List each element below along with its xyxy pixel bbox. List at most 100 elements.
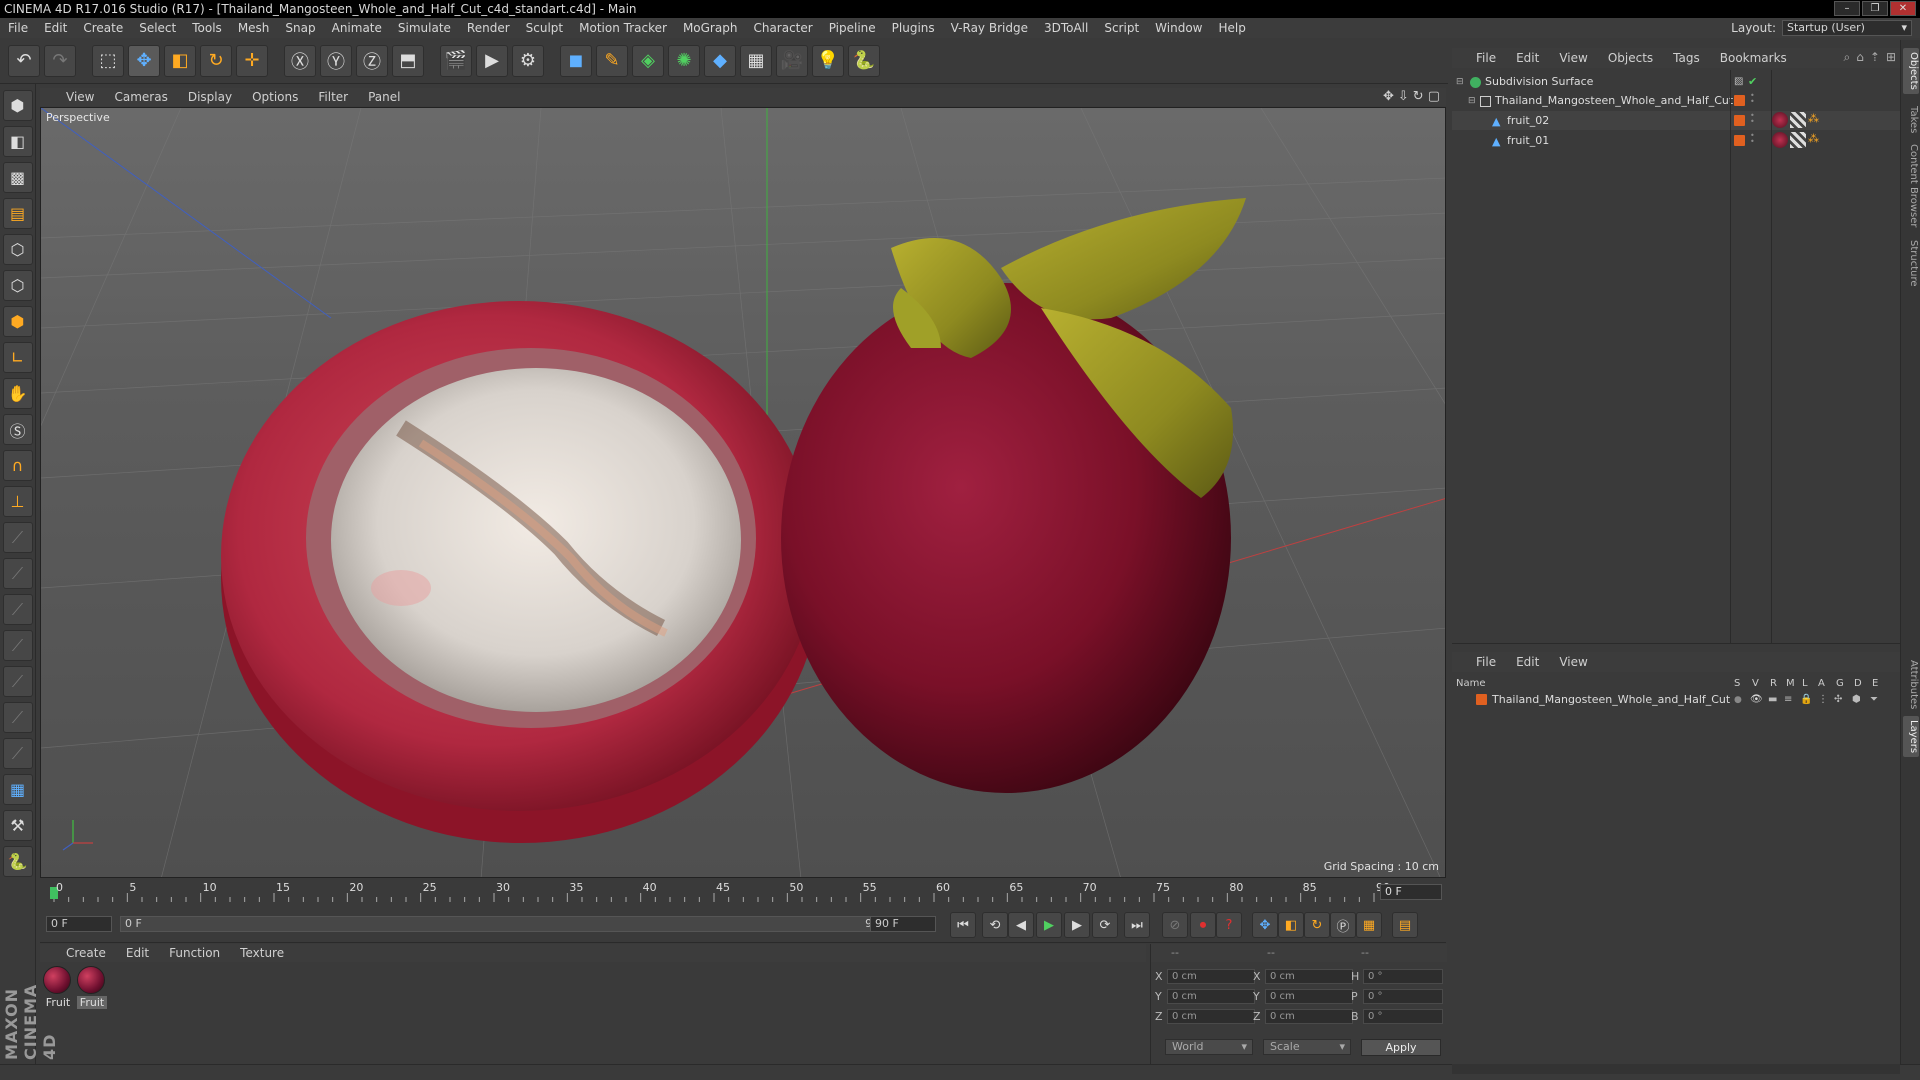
phong-tag-icon[interactable]: ⁂	[1808, 132, 1819, 145]
viewport-menu-filter[interactable]: Filter	[318, 90, 348, 104]
object-menu-objects[interactable]: Objects	[1608, 51, 1653, 65]
render-settings-icon[interactable]: ⚙	[512, 44, 544, 77]
visibility-dots-icon[interactable]: • •	[1750, 92, 1755, 106]
layer-color-icon[interactable]	[1734, 95, 1745, 106]
sculpt-brush-1-icon[interactable]: ⟋	[2, 522, 33, 553]
phong-tag-icon[interactable]: ⁂	[1808, 112, 1819, 125]
tab-content-browser[interactable]: Content Browser	[1903, 140, 1919, 231]
arrow-up-icon[interactable]: ⇡	[1870, 50, 1880, 65]
view-toggle-icon[interactable]: 👁	[1750, 694, 1763, 705]
render-picture-viewer-icon[interactable]: ▶	[476, 44, 508, 77]
sculpt-brush-7-icon[interactable]: ⟋	[2, 738, 33, 769]
camera-icon[interactable]: 🎥	[776, 44, 808, 77]
model-mode-icon[interactable]: ◧	[2, 126, 33, 157]
position-key-icon[interactable]: ✥	[1252, 912, 1278, 938]
texture-tag-icon[interactable]	[1790, 132, 1806, 148]
material-menu-edit[interactable]: Edit	[126, 946, 149, 960]
object-menu-file[interactable]: File	[1476, 51, 1496, 65]
collapse-icon[interactable]: ⊟	[1468, 96, 1476, 106]
perspective-viewport[interactable]: Perspective Grid Spacing : 10 cm	[40, 107, 1446, 878]
column-solo[interactable]: S	[1734, 678, 1740, 689]
menu-mograph[interactable]: MoGraph	[683, 21, 738, 35]
home-icon[interactable]: ⌂	[1856, 50, 1864, 65]
sculpt-brush-4-icon[interactable]: ⟋	[2, 630, 33, 661]
sculpt-brush-5-icon[interactable]: ⟋	[2, 666, 33, 697]
viewport-menu-view[interactable]: View	[66, 90, 94, 104]
material-swatch[interactable]: Fruit	[77, 966, 107, 1009]
object-menu-view[interactable]: View	[1559, 51, 1587, 65]
column-manager[interactable]: M	[1786, 678, 1795, 689]
column-view[interactable]: V	[1752, 678, 1759, 689]
object-row[interactable]: ⊟ Thailand_Mangosteen_Whole_and_Half_Cut…	[1452, 91, 1900, 110]
layer-menu-view[interactable]: View	[1559, 655, 1587, 669]
z-axis-icon[interactable]: Ⓩ	[356, 44, 388, 77]
object-row[interactable]: ▲ fruit_02 • • ⁂	[1452, 111, 1900, 130]
frame-range-slider[interactable]: 0 F 90 F	[120, 916, 906, 932]
tab-structure[interactable]: Structure	[1903, 236, 1919, 291]
column-name[interactable]: Name	[1456, 678, 1486, 689]
play-icon[interactable]: ▶	[1036, 912, 1062, 938]
texture-tag-icon[interactable]	[1790, 112, 1806, 128]
menu-render[interactable]: Render	[467, 21, 510, 35]
undo-icon[interactable]: ↶	[8, 44, 40, 77]
python-icon[interactable]: 🐍	[848, 44, 880, 77]
position-x-field[interactable]: 0 cm	[1167, 969, 1255, 984]
layer-color-icon[interactable]	[1734, 135, 1745, 146]
object-menu-bookmarks[interactable]: Bookmarks	[1720, 51, 1787, 65]
close-button[interactable]: ✕	[1890, 1, 1916, 16]
go-to-start-icon[interactable]: ⏮	[950, 912, 976, 938]
magnet-icon[interactable]: ∩	[2, 450, 33, 481]
menu-mesh[interactable]: Mesh	[238, 21, 270, 35]
viewport-rotate-icon[interactable]: ↻	[1413, 89, 1424, 104]
visibility-dots-icon[interactable]: • •	[1750, 132, 1755, 146]
menu-select[interactable]: Select	[139, 21, 176, 35]
rotate-tool-icon[interactable]: ↻	[200, 44, 232, 77]
texture-mode-icon[interactable]: ▩	[2, 162, 33, 193]
object-menu-tags[interactable]: Tags	[1673, 51, 1700, 65]
layout-dropdown[interactable]: Startup (User)	[1782, 20, 1912, 36]
lock-toggle-icon[interactable]: 🔒	[1800, 694, 1812, 705]
column-generators[interactable]: G	[1836, 678, 1844, 689]
tab-attributes[interactable]: Attributes	[1903, 656, 1919, 713]
rotation-h-field[interactable]: 0 °	[1363, 969, 1443, 984]
layer-menu-file[interactable]: File	[1476, 655, 1496, 669]
scale-key-icon[interactable]: ◧	[1278, 912, 1304, 938]
viewport-menu-display[interactable]: Display	[188, 90, 232, 104]
render-view-icon[interactable]: 🎬	[440, 44, 472, 77]
material-menu-function[interactable]: Function	[169, 946, 220, 960]
layer-color-icon[interactable]	[1734, 115, 1745, 126]
menu-plugins[interactable]: Plugins	[892, 21, 935, 35]
tab-layers[interactable]: Layers	[1903, 716, 1919, 758]
autokey-icon[interactable]: ⏺	[1190, 912, 1216, 938]
column-deformers[interactable]: D	[1854, 678, 1862, 689]
previous-frame-icon[interactable]: ◀	[1008, 912, 1034, 938]
array-icon[interactable]: ✺	[668, 44, 700, 77]
menu-help[interactable]: Help	[1218, 21, 1245, 35]
visibility-dots-icon[interactable]: • •	[1750, 112, 1755, 126]
floor-icon[interactable]: ▦	[740, 44, 772, 77]
go-to-end-icon[interactable]: ⏭	[1124, 912, 1150, 938]
menu-animate[interactable]: Animate	[332, 21, 382, 35]
sculpt-brush-2-icon[interactable]: ⟋	[2, 558, 33, 589]
object-row[interactable]: ▲ fruit_01 • • ⁂	[1452, 131, 1900, 150]
sculpt-brush-3-icon[interactable]: ⟋	[2, 594, 33, 625]
menu-3dtoall[interactable]: 3DToAll	[1044, 21, 1088, 35]
scale-tool-icon[interactable]: ◧	[164, 44, 196, 77]
object-menu-edit[interactable]: Edit	[1516, 51, 1539, 65]
maximize-button[interactable]: ❐	[1862, 1, 1888, 16]
menu-vray-bridge[interactable]: V-Ray Bridge	[951, 21, 1028, 35]
next-key-icon[interactable]: ⟳	[1092, 912, 1118, 938]
menu-file[interactable]: File	[8, 21, 28, 35]
generator-toggle-icon[interactable]: ✣	[1834, 694, 1842, 705]
column-expressions[interactable]: E	[1872, 678, 1878, 689]
cube-icon[interactable]: ◼	[560, 44, 592, 77]
axis-mode-icon[interactable]: ∟	[2, 342, 33, 373]
python-script-icon[interactable]: 🐍	[2, 846, 33, 877]
next-frame-icon[interactable]: ▶	[1064, 912, 1090, 938]
menu-create[interactable]: Create	[83, 21, 123, 35]
pen-spline-icon[interactable]: ✎	[596, 44, 628, 77]
column-render[interactable]: R	[1770, 678, 1777, 689]
keyframe-selection-icon[interactable]: ?	[1216, 912, 1242, 938]
current-frame-field[interactable]: 0 F	[1380, 884, 1442, 900]
viewport-zoom-icon[interactable]: ⇩	[1398, 89, 1409, 104]
